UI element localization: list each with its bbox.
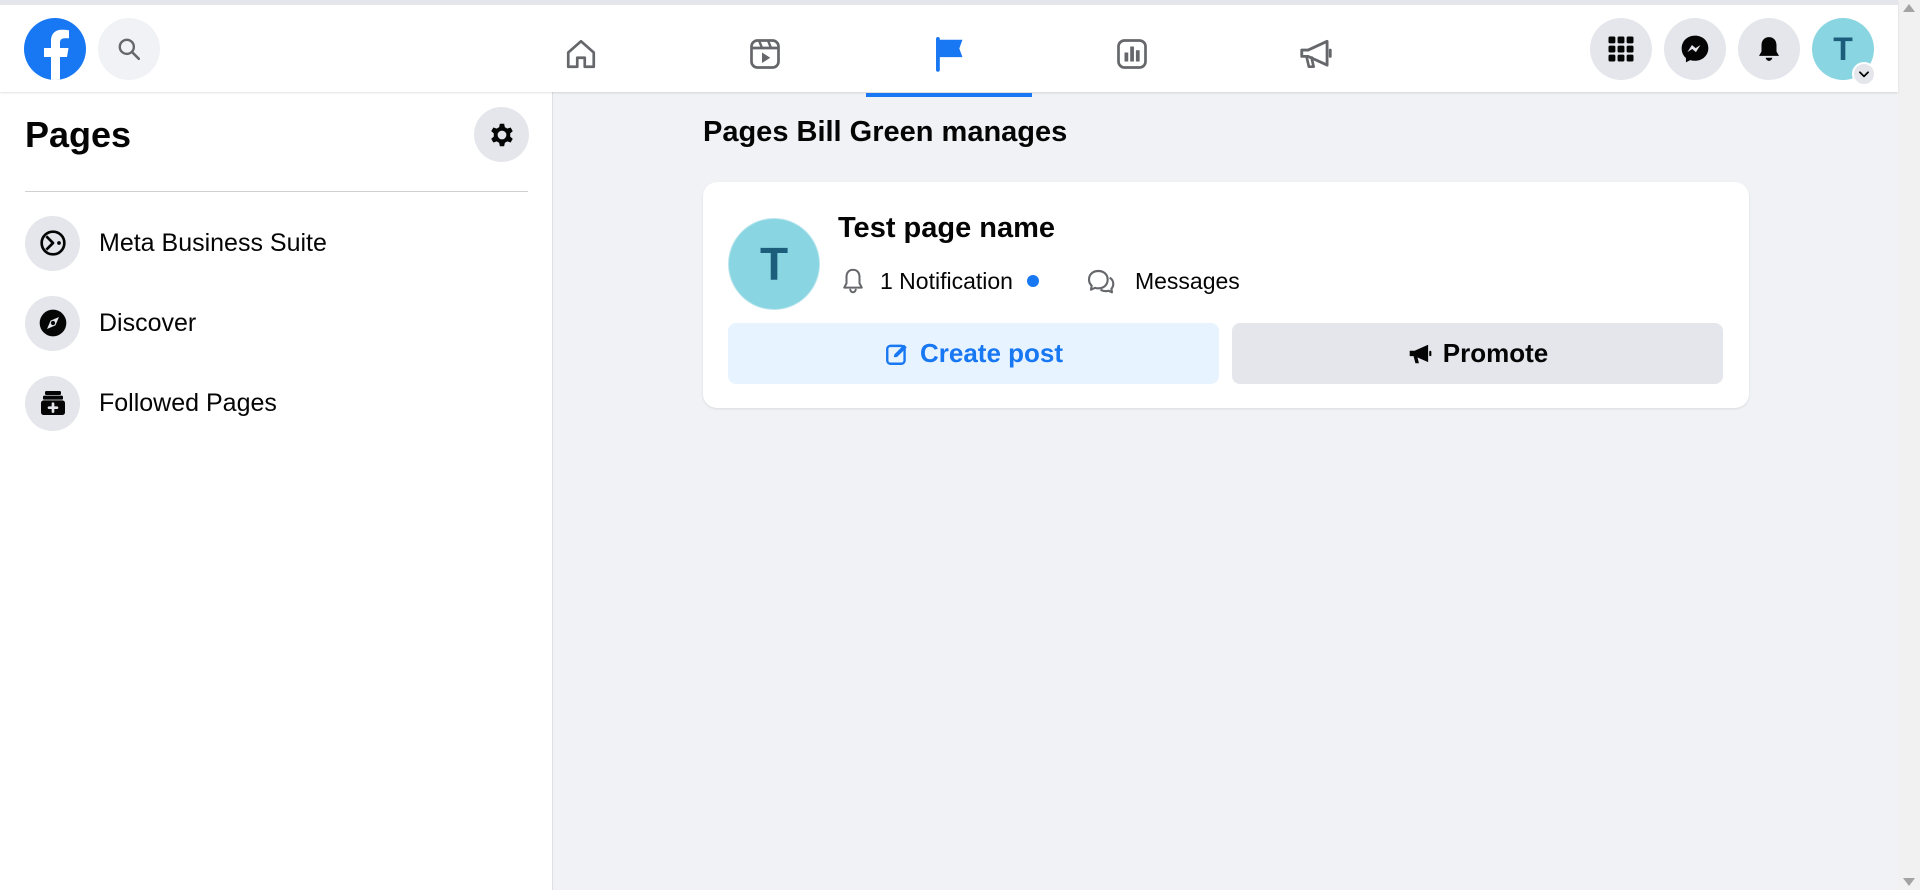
search-icon — [118, 38, 141, 61]
account-menu-caret[interactable] — [1852, 62, 1876, 86]
messages-link[interactable]: Messages — [1135, 268, 1240, 295]
notification-count-link[interactable]: 1 Notification — [880, 268, 1013, 295]
search-button[interactable] — [98, 18, 160, 80]
tab-pages[interactable] — [866, 10, 1032, 97]
page-name-link[interactable]: Test page name — [838, 212, 1055, 245]
messenger-button[interactable] — [1664, 18, 1726, 80]
left-sidebar: Pages Meta Business Suite Discover Follo… — [0, 92, 553, 890]
account-avatar-initial: T — [1833, 30, 1853, 67]
bell-outline-icon — [843, 268, 863, 294]
promote-label: Promote — [1442, 338, 1549, 368]
insights-icon — [1117, 38, 1147, 69]
megaphone-icon — [1409, 344, 1432, 363]
sidebar-item-meta-business-suite[interactable]: Meta Business Suite — [12, 207, 541, 279]
home-icon — [566, 39, 596, 68]
messenger-icon — [1681, 35, 1709, 63]
video-icon — [750, 38, 780, 69]
page-scrollbar[interactable] — [1898, 0, 1920, 890]
facebook-logo[interactable] — [24, 18, 86, 80]
sidebar-item-followed-pages[interactable]: Followed Pages — [12, 367, 541, 439]
page-title: Pages Bill Green manages — [703, 116, 1068, 148]
gear-icon — [490, 123, 513, 146]
promote-button[interactable]: Promote — [1232, 323, 1723, 384]
settings-button[interactable] — [474, 107, 529, 162]
menu-button[interactable] — [1590, 18, 1652, 80]
page-stats-row: 1 Notification Messages — [838, 263, 1240, 299]
page-avatar[interactable]: T — [728, 218, 820, 310]
megaphone-icon — [1300, 39, 1332, 68]
top-navigation-bar: T — [0, 0, 1898, 97]
create-post-button[interactable]: Create post — [728, 323, 1219, 384]
tab-video[interactable] — [682, 10, 848, 97]
scroll-up-arrow-icon[interactable] — [1903, 4, 1915, 12]
scroll-down-arrow-icon[interactable] — [1903, 878, 1915, 886]
tab-ads[interactable] — [1233, 10, 1399, 97]
chevron-down-icon — [1859, 71, 1869, 78]
tab-home[interactable] — [498, 10, 664, 97]
messages-icon — [1087, 269, 1115, 294]
sidebar-item-label: Meta Business Suite — [99, 228, 327, 257]
facebook-f-icon — [44, 29, 69, 80]
managed-page-card: T Test page name 1 Notification Messages… — [703, 182, 1749, 408]
tab-insights[interactable] — [1049, 10, 1215, 97]
sidebar-item-label: Discover — [99, 308, 197, 337]
business-suite-icon — [39, 230, 66, 256]
business-suite-icon-wrapper — [25, 215, 80, 271]
sidebar-item-discover[interactable]: Discover — [12, 287, 541, 359]
followed-pages-icon — [40, 391, 65, 415]
flag-icon — [936, 36, 963, 72]
notifications-button[interactable] — [1738, 18, 1800, 80]
bell-icon — [1759, 37, 1779, 61]
compose-icon — [886, 344, 907, 365]
sidebar-divider — [25, 191, 528, 192]
unread-dot — [1026, 275, 1039, 287]
compass-icon-wrapper — [25, 295, 80, 351]
followed-pages-icon-wrapper — [25, 375, 80, 431]
menu-grid-icon — [1608, 36, 1634, 62]
sidebar-item-label: Followed Pages — [99, 388, 277, 417]
sidebar-title: Pages — [25, 114, 132, 155]
page-avatar-initial: T — [759, 238, 789, 290]
compass-icon — [39, 309, 66, 337]
create-post-label: Create post — [919, 338, 1064, 368]
